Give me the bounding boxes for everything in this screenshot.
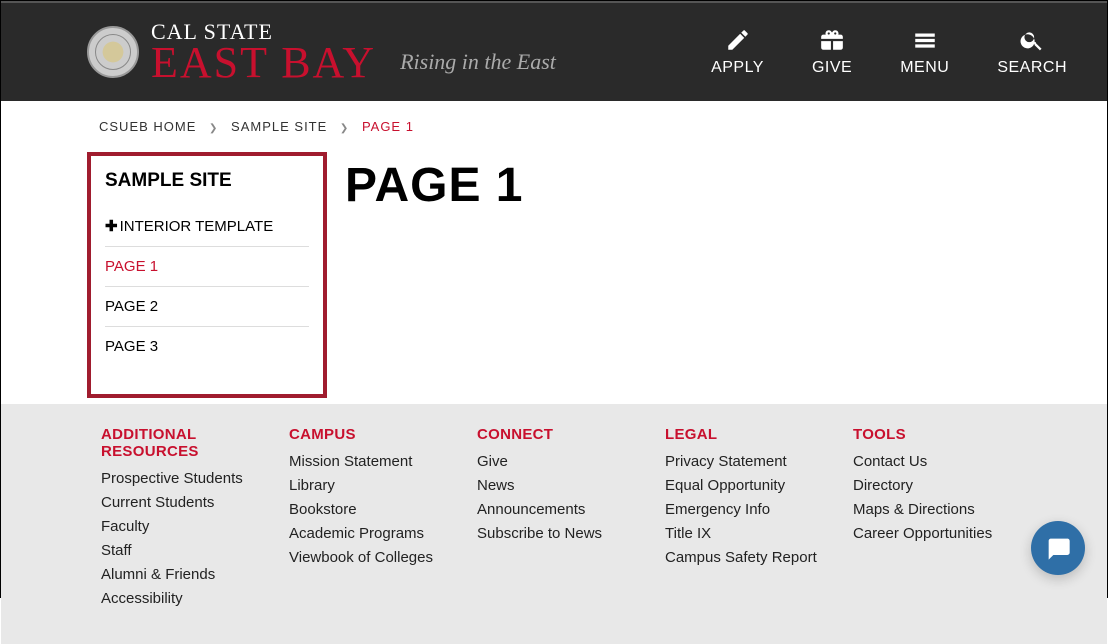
menu-label: MENU	[900, 59, 949, 76]
footer-link[interactable]: Current Students	[101, 494, 259, 511]
breadcrumb-site[interactable]: SAMPLE SITE	[231, 119, 327, 134]
give-label: GIVE	[812, 59, 852, 76]
breadcrumb-home[interactable]: CSUEB HOME	[99, 119, 196, 134]
footer-link[interactable]: Title IX	[665, 525, 823, 542]
sidebar-list: ✚INTERIOR TEMPLATE PAGE 1 PAGE 2 PAGE 3	[105, 206, 309, 366]
footer-link[interactable]: Emergency Info	[665, 501, 823, 518]
page-title: PAGE 1	[345, 158, 524, 213]
footer-col-title: TOOLS	[853, 426, 1011, 443]
chat-icon	[1044, 534, 1072, 562]
footer-link[interactable]: Viewbook of Colleges	[289, 549, 447, 566]
gift-icon	[819, 27, 845, 53]
chevron-right-icon: ❯	[209, 123, 218, 134]
footer-link[interactable]: Mission Statement	[289, 453, 447, 470]
footer-col-campus: CAMPUS Mission Statement Library Booksto…	[289, 426, 477, 614]
sidebar-nav: SAMPLE SITE ✚INTERIOR TEMPLATE PAGE 1 PA…	[87, 152, 327, 398]
give-button[interactable]: GIVE	[812, 27, 852, 77]
sidebar-item-page-1[interactable]: PAGE 1	[105, 247, 309, 287]
footer-link[interactable]: Faculty	[101, 518, 259, 535]
search-label: SEARCH	[997, 59, 1067, 76]
footer-link[interactable]: Staff	[101, 542, 259, 559]
apply-label: APPLY	[711, 59, 764, 76]
footer-col-title: ADDITIONAL RESOURCES	[101, 426, 259, 460]
menu-button[interactable]: MENU	[900, 27, 949, 77]
footer-col-tools: TOOLS Contact Us Directory Maps & Direct…	[853, 426, 1041, 614]
footer-link[interactable]: Prospective Students	[101, 470, 259, 487]
logo-text: CAL STATE EAST BAY	[151, 21, 376, 83]
footer-link[interactable]: Accessibility	[101, 590, 259, 607]
sidebar-item-label: PAGE 2	[105, 298, 158, 315]
footer-link[interactable]: Maps & Directions	[853, 501, 1011, 518]
footer-link[interactable]: Subscribe to News	[477, 525, 635, 542]
footer-link[interactable]: Campus Safety Report	[665, 549, 823, 566]
breadcrumb: CSUEB HOME ❯ SAMPLE SITE ❯ PAGE 1	[99, 119, 1107, 134]
sidebar-item-page-3[interactable]: PAGE 3	[105, 327, 309, 366]
footer-link[interactable]: Contact Us	[853, 453, 1011, 470]
footer-link[interactable]: Give	[477, 453, 635, 470]
sidebar-item-page-2[interactable]: PAGE 2	[105, 287, 309, 327]
search-icon	[1019, 27, 1045, 53]
header-nav: APPLY GIVE MENU SEARCH	[711, 27, 1067, 77]
sidebar-item-label: PAGE 3	[105, 338, 158, 355]
hamburger-icon	[912, 27, 938, 53]
footer-link[interactable]: Equal Opportunity	[665, 477, 823, 494]
sidebar-item-label: PAGE 1	[105, 258, 158, 275]
plus-icon: ✚	[105, 218, 118, 235]
university-seal-icon	[87, 26, 139, 78]
footer-link[interactable]: Library	[289, 477, 447, 494]
footer-link[interactable]: Alumni & Friends	[101, 566, 259, 583]
logo-area[interactable]: CAL STATE EAST BAY Rising in the East	[87, 21, 711, 83]
footer-link[interactable]: Announcements	[477, 501, 635, 518]
pencil-icon	[725, 27, 751, 53]
footer-link[interactable]: Privacy Statement	[665, 453, 823, 470]
footer-link[interactable]: Career Opportunities	[853, 525, 1011, 542]
site-header: CAL STATE EAST BAY Rising in the East AP…	[1, 1, 1107, 101]
chat-widget-button[interactable]	[1031, 521, 1085, 575]
footer-link[interactable]: News	[477, 477, 635, 494]
logo-main-line: EAST BAY	[151, 43, 376, 83]
tagline: Rising in the East	[400, 49, 556, 75]
footer-col-title: CAMPUS	[289, 426, 447, 443]
footer-col-connect: CONNECT Give News Announcements Subscrib…	[477, 426, 665, 614]
sidebar-item-interior-template[interactable]: ✚INTERIOR TEMPLATE	[105, 206, 309, 247]
footer-col-legal: LEGAL Privacy Statement Equal Opportunit…	[665, 426, 853, 614]
sidebar-title: SAMPLE SITE	[105, 170, 309, 192]
footer-col-additional-resources: ADDITIONAL RESOURCES Prospective Student…	[101, 426, 289, 614]
footer-link[interactable]: Bookstore	[289, 501, 447, 518]
footer-link[interactable]: Directory	[853, 477, 1011, 494]
footer-col-title: LEGAL	[665, 426, 823, 443]
footer-link[interactable]: Academic Programs	[289, 525, 447, 542]
page-content: CSUEB HOME ❯ SAMPLE SITE ❯ PAGE 1 SAMPLE…	[1, 101, 1107, 398]
breadcrumb-current: PAGE 1	[362, 119, 414, 134]
apply-button[interactable]: APPLY	[711, 27, 764, 77]
chevron-right-icon: ❯	[340, 123, 349, 134]
site-footer: ADDITIONAL RESOURCES Prospective Student…	[1, 404, 1107, 644]
footer-col-title: CONNECT	[477, 426, 635, 443]
sidebar-item-label: INTERIOR TEMPLATE	[120, 218, 274, 235]
search-button[interactable]: SEARCH	[997, 27, 1067, 77]
